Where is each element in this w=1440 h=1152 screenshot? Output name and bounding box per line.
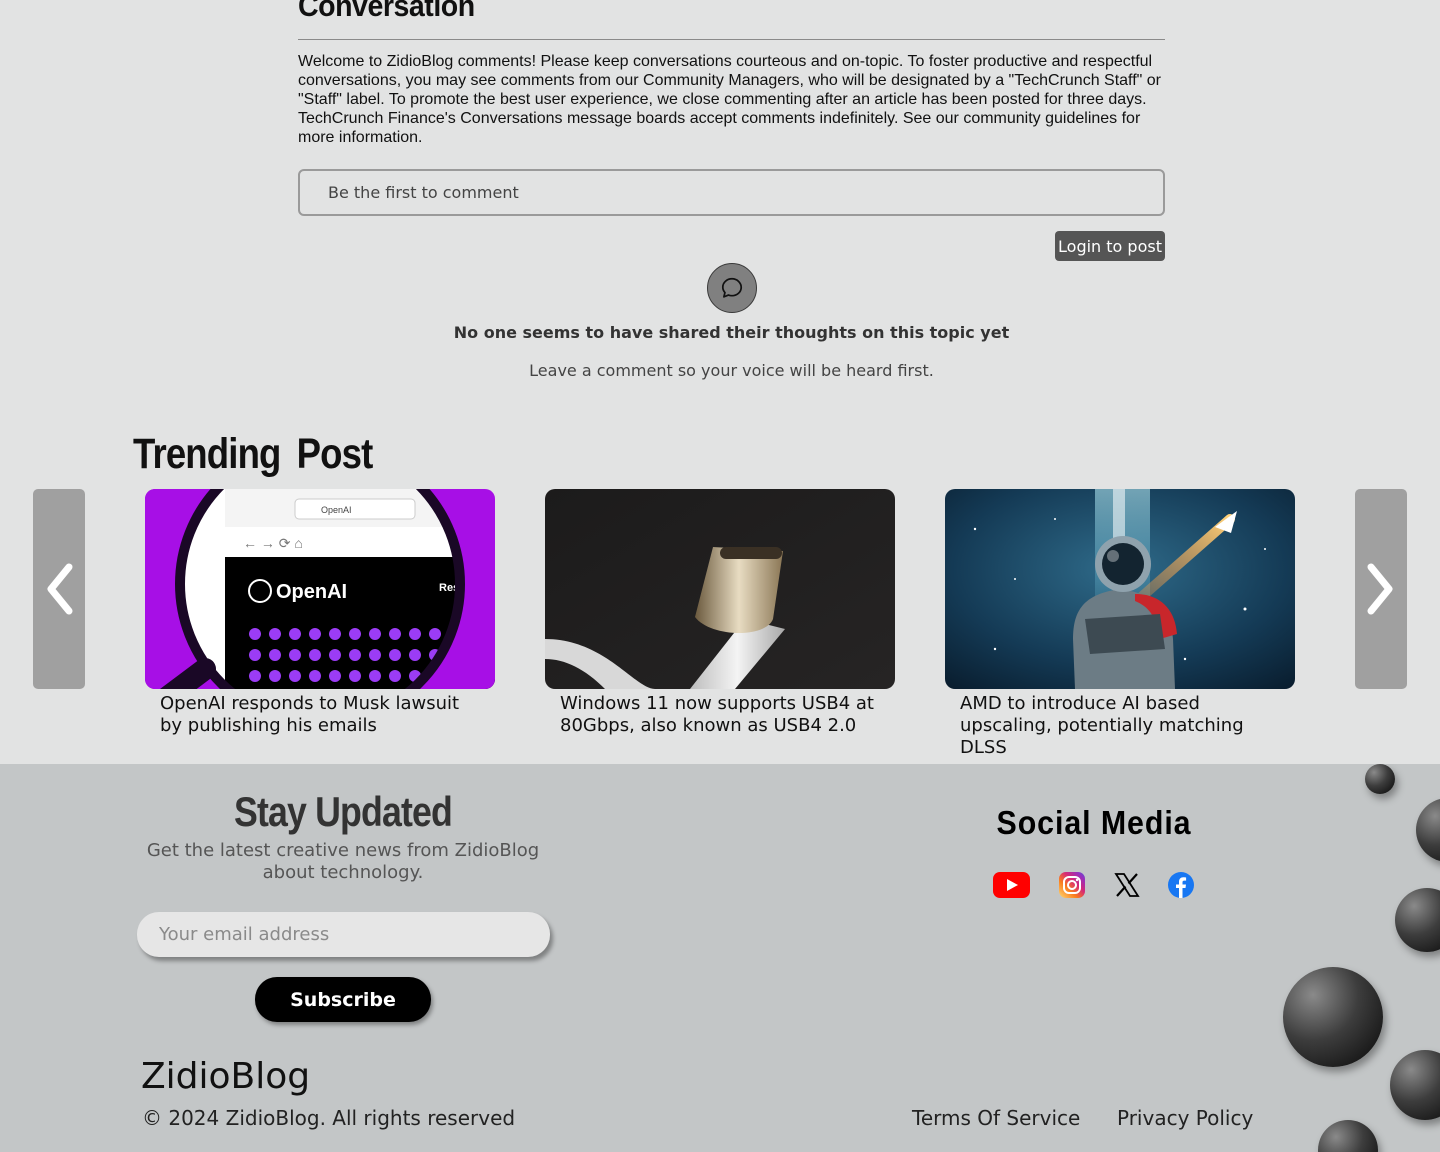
- empty-state-subtitle: Leave a comment so your voice will be he…: [529, 361, 934, 380]
- instagram-icon[interactable]: [1058, 871, 1086, 904]
- trending-card-title[interactable]: Windows 11 now supports USB4 at 80Gbps, …: [545, 689, 895, 737]
- decorative-orb: [1390, 1050, 1440, 1120]
- facebook-icon[interactable]: [1168, 872, 1194, 903]
- decorative-orb: [1365, 764, 1395, 794]
- privacy-link[interactable]: Privacy Policy: [1117, 1106, 1253, 1130]
- svg-text:← → ⟳ ⌂: ← → ⟳ ⌂: [243, 535, 303, 551]
- carousel-prev-button[interactable]: [33, 489, 85, 689]
- comment-input[interactable]: Be the first to comment: [298, 169, 1165, 216]
- trending-card[interactable]: AMD to introduce AI based upscaling, pot…: [945, 489, 1295, 759]
- chevron-left-icon: [47, 563, 73, 615]
- copyright-text: © 2024 ZidioBlog. All rights reserved: [142, 1106, 516, 1130]
- carousel-next-button[interactable]: [1355, 489, 1407, 689]
- site-footer: Stay Updated Get the latest creative new…: [0, 764, 1440, 1152]
- openai-magnifier-image[interactable]: OpenAI ← → ⟳ ⌂ OpenAI Research: [145, 489, 495, 689]
- usb-c-cable-image[interactable]: [545, 489, 895, 689]
- trending-card-title[interactable]: OpenAI responds to Musk lawsuit by publi…: [145, 689, 495, 737]
- stay-updated-subtitle: Get the latest creative news from ZidioB…: [146, 840, 540, 883]
- login-to-post-button[interactable]: Login to post: [1055, 231, 1165, 261]
- youtube-icon[interactable]: [993, 872, 1030, 903]
- email-field[interactable]: [137, 912, 550, 957]
- image-logo-text: OpenAI: [276, 581, 347, 603]
- terms-link[interactable]: Terms Of Service: [912, 1106, 1080, 1130]
- astronaut-space-image[interactable]: [945, 489, 1295, 689]
- chat-bubble-icon: [707, 263, 757, 313]
- conversation-title: Conversation: [298, 0, 475, 23]
- trending-card[interactable]: Windows 11 now supports USB4 at 80Gbps, …: [545, 489, 895, 737]
- decorative-orb: [1416, 798, 1440, 862]
- stay-updated-title: Stay Updated: [234, 788, 453, 835]
- trending-card[interactable]: OpenAI ← → ⟳ ⌂ OpenAI Research OpenAI re…: [145, 489, 495, 737]
- trending-title: Trending Post: [133, 430, 373, 478]
- subscribe-button[interactable]: Subscribe: [255, 977, 431, 1022]
- conversation-intro: Welcome to ZidioBlog comments! Please ke…: [298, 53, 1162, 146]
- decorative-orb: [1395, 888, 1440, 952]
- decorative-orb: [1283, 967, 1383, 1067]
- decorative-orb: [1318, 1120, 1378, 1152]
- divider: [298, 39, 1165, 40]
- image-tab-text: OpenAI: [321, 505, 352, 515]
- trending-card-title[interactable]: AMD to introduce AI based upscaling, pot…: [945, 689, 1295, 759]
- footer-brand[interactable]: ZidioBlog: [141, 1056, 310, 1097]
- social-media-title: Social Media: [996, 804, 1192, 841]
- empty-state-title: No one seems to have shared their though…: [453, 323, 1010, 342]
- x-icon[interactable]: [1114, 872, 1140, 903]
- chevron-right-icon: [1367, 563, 1393, 615]
